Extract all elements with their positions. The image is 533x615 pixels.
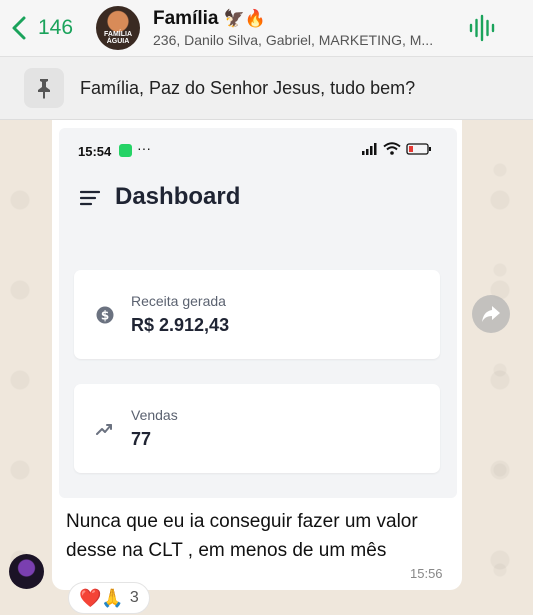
- dashboard-title: Dashboard: [115, 183, 241, 210]
- reactions-pill[interactable]: ❤️🙏 3: [68, 582, 150, 614]
- card-label: Vendas: [131, 407, 178, 423]
- back-button[interactable]: 146: [10, 12, 73, 44]
- chat-title: Família: [153, 8, 219, 29]
- chat-members[interactable]: 236, Danilo Silva, Gabriel, MARKETING, M…: [153, 32, 433, 48]
- reaction-count: 3: [129, 589, 139, 606]
- sender-avatar[interactable]: [9, 554, 44, 589]
- status-dots: ···: [137, 140, 151, 156]
- revenue-card: $ Receita gerada R$ 2.912,43: [74, 270, 440, 359]
- sales-card: Vendas 77: [74, 384, 440, 473]
- card-value: 77: [131, 429, 152, 449]
- unread-count: 146: [38, 16, 74, 39]
- pin-icon: [24, 68, 64, 108]
- menu-icon: [80, 190, 100, 206]
- audio-call-icon[interactable]: [468, 14, 496, 42]
- reaction-emojis: ❤️🙏: [79, 587, 124, 608]
- chat-header: 146 FAMÍLIA ÁGUIA Família 🦅🔥 236, Danilo…: [0, 0, 533, 57]
- message-time: 15:56: [410, 566, 443, 581]
- pinned-message-bar[interactable]: Família, Paz do Senhor Jesus, tudo bem?: [0, 57, 533, 120]
- chat-title-container[interactable]: Família 🦅🔥: [153, 8, 266, 30]
- battery-icon: [406, 142, 431, 155]
- forward-icon: [482, 306, 500, 322]
- forward-button[interactable]: [472, 295, 510, 333]
- wifi-icon: [383, 142, 401, 155]
- avatar-label: FAMÍLIA ÁGUIA: [104, 31, 132, 45]
- dollar-icon: $: [96, 306, 114, 324]
- whatsapp-icon: [119, 144, 132, 157]
- chevron-left-icon: [12, 16, 26, 40]
- pinned-message-text: Família, Paz do Senhor Jesus, tudo bem?: [80, 78, 416, 98]
- card-value: R$ 2.912,43: [131, 315, 230, 335]
- signal-icon: [362, 142, 377, 155]
- status-bar-time: 15:54: [78, 144, 112, 159]
- status-icons: [358, 142, 432, 155]
- svg-text:$: $: [101, 309, 109, 323]
- card-label: Receita gerada: [131, 293, 226, 309]
- trend-up-icon: [96, 424, 112, 435]
- group-avatar[interactable]: FAMÍLIA ÁGUIA: [96, 6, 140, 50]
- title-emojis: 🦅🔥: [223, 9, 266, 28]
- message-text: Nunca que eu ia conseguir fazer um valor…: [66, 511, 418, 561]
